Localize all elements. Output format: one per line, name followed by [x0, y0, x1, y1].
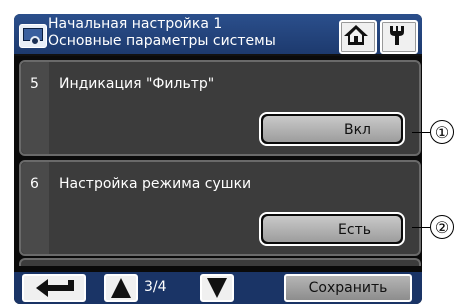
- filter-indication-button[interactable]: Вкл: [259, 112, 405, 146]
- setting-number: 5: [30, 76, 39, 92]
- page-indicator: 3/4: [144, 279, 167, 295]
- triangle-up-icon: [111, 278, 131, 298]
- drying-mode-button[interactable]: Есть: [259, 212, 405, 246]
- callout-1: ①: [430, 120, 454, 144]
- header-subtitle: Основные параметры системы: [48, 33, 276, 49]
- home-icon: [344, 25, 368, 45]
- save-button[interactable]: Сохранить: [284, 274, 412, 302]
- setting-label: Индикация "Фильтр": [59, 76, 215, 92]
- scroll-down-button[interactable]: [200, 274, 234, 302]
- setting-item-next-partial: [19, 258, 421, 266]
- maintenance-button[interactable]: [380, 20, 418, 54]
- scroll-up-button[interactable]: [104, 274, 138, 302]
- setting-label: Настройка режима сушки: [59, 176, 252, 192]
- back-button[interactable]: [22, 274, 86, 302]
- setting-item-filter: 5 Индикация "Фильтр" Вкл: [19, 60, 421, 156]
- callout-2: ②: [430, 215, 454, 239]
- setting-item-drying: 6 Настройка режима сушки Есть: [19, 160, 421, 256]
- return-arrow-icon: [36, 279, 74, 297]
- drying-mode-value: Есть: [263, 216, 401, 242]
- settings-screen-icon: [19, 24, 47, 48]
- footer-bar: 3/4 Сохранить: [14, 272, 422, 304]
- setting-number: 6: [30, 176, 39, 192]
- callout-leader-2: [412, 227, 430, 228]
- controller-screen: Начальная настройка 1 Основные параметры…: [14, 14, 422, 304]
- wrench-icon: [390, 26, 404, 45]
- home-button[interactable]: [339, 20, 377, 54]
- filter-indication-value: Вкл: [263, 116, 401, 142]
- header-bar: Начальная настройка 1 Основные параметры…: [14, 14, 422, 56]
- triangle-down-icon: [207, 278, 227, 298]
- header-title: Начальная настройка 1: [48, 16, 223, 32]
- callout-leader-1: [412, 132, 430, 133]
